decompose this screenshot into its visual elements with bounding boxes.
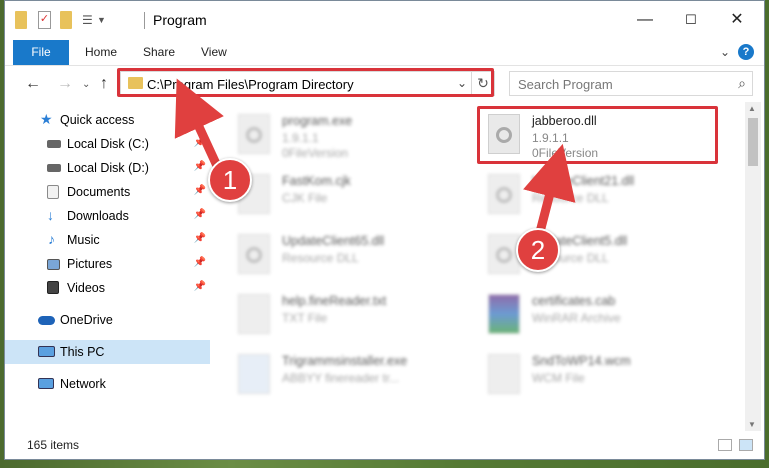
annotation-arrows [174, 78, 576, 234]
arrow-to-file [523, 143, 576, 234]
step-1-badge: 1 [208, 158, 252, 202]
arrow-to-address [174, 78, 224, 170]
step-2-badge: 2 [516, 228, 560, 272]
